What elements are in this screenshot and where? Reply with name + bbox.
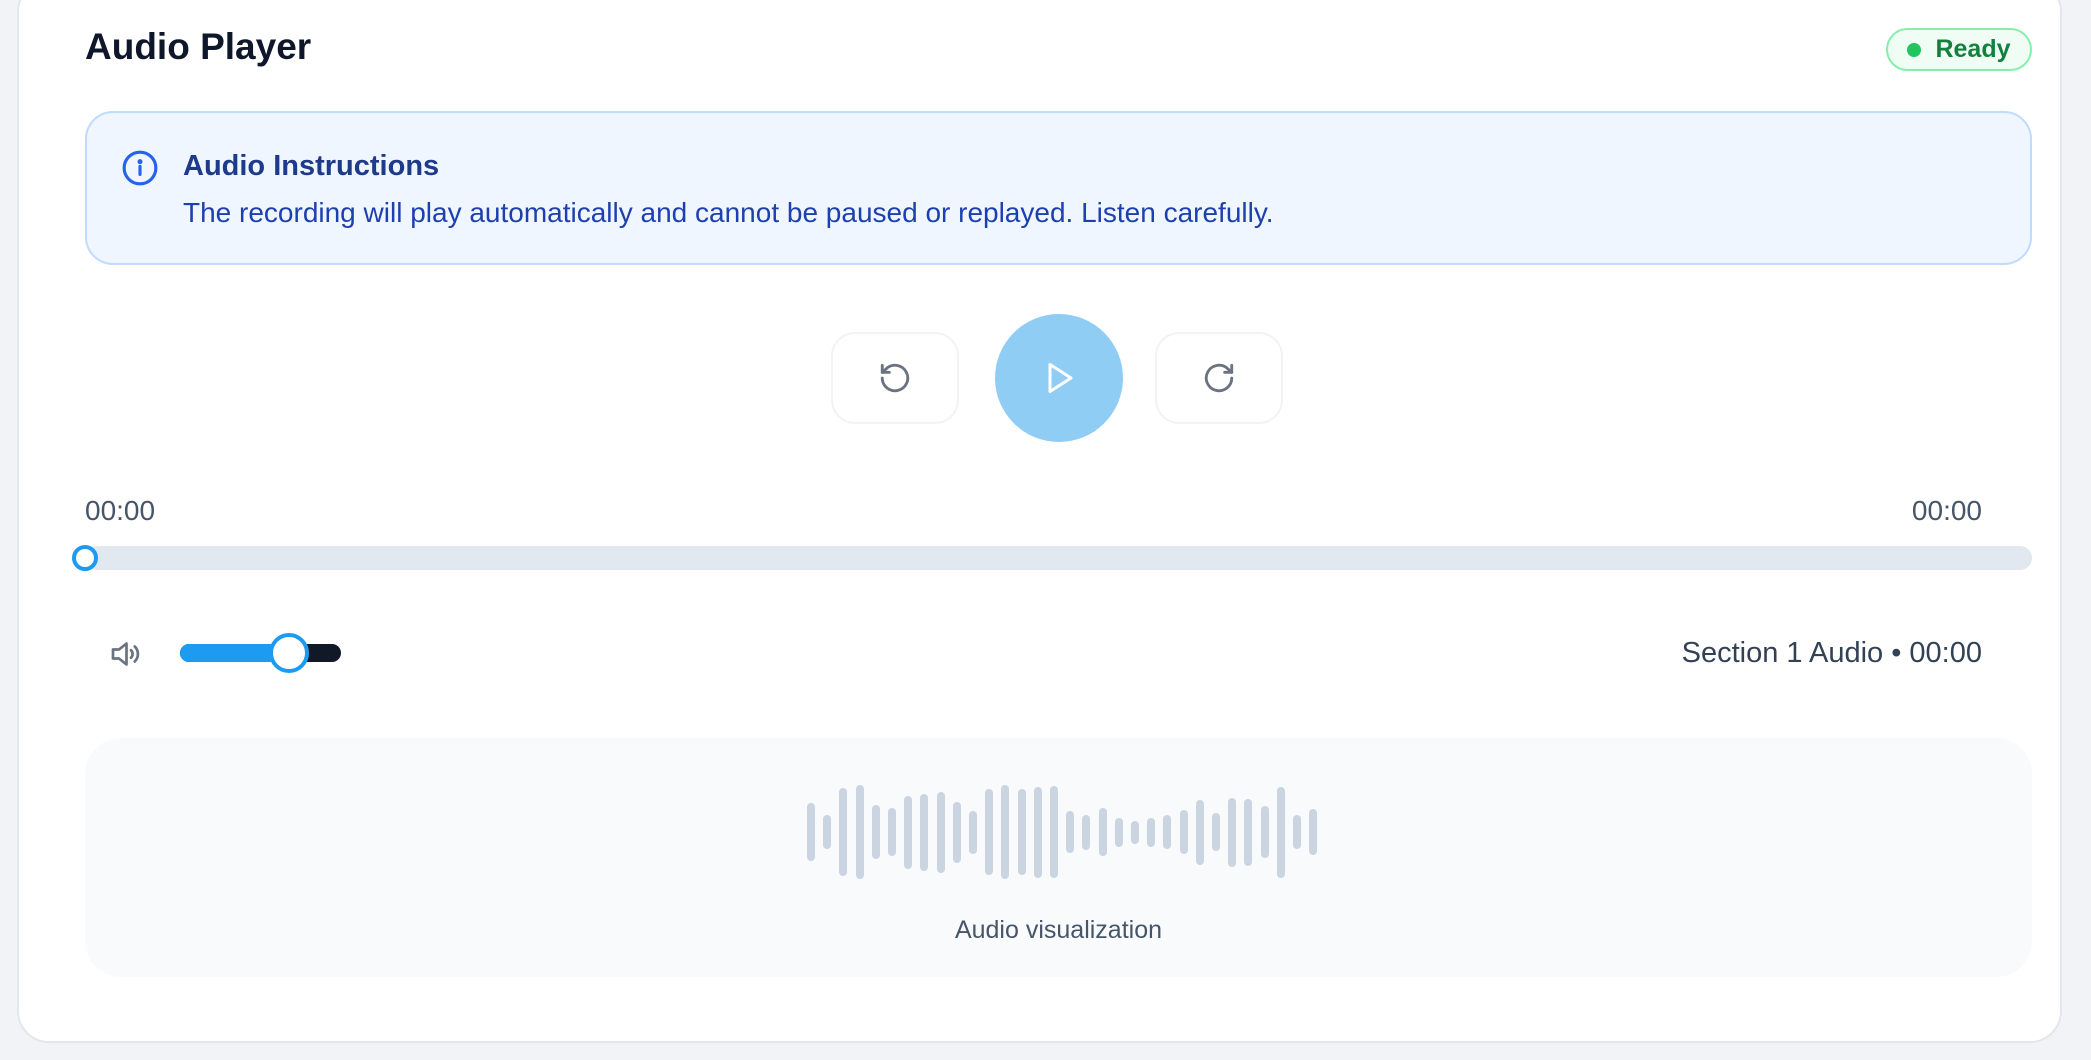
waveform-bar (985, 789, 993, 875)
rotate-ccw-icon (880, 363, 910, 393)
audio-visualization: Audio visualization (85, 738, 2032, 977)
visualization-label: Audio visualization (954, 916, 1163, 944)
progress-thumb[interactable] (72, 545, 98, 571)
track-info: Section 1 Audio • 00:00 (1681, 637, 1982, 669)
rewind-button[interactable] (831, 332, 959, 424)
waveform-bar (1131, 821, 1139, 844)
instructions-box: Audio Instructions The recording will pl… (85, 111, 2032, 265)
waveform-bar (1066, 811, 1074, 853)
instructions-title: Audio Instructions (183, 150, 440, 182)
info-icon (122, 150, 158, 186)
play-icon (1048, 363, 1073, 393)
rotate-cw-icon (1204, 363, 1234, 393)
status-label: Ready (1935, 35, 2011, 63)
waveform-bar (1196, 800, 1204, 865)
audio-player-card: Audio Player Ready Audio Instructions Th… (17, 0, 2062, 1043)
volume-slider[interactable] (180, 633, 341, 673)
waveform-bar (969, 811, 977, 854)
status-badge: Ready (1886, 28, 2032, 71)
waveform-bar (1099, 808, 1107, 856)
waveform-bar (888, 808, 896, 856)
waveform-bar (1261, 806, 1269, 858)
player-title: Audio Player (85, 26, 312, 67)
waveform-bar (839, 788, 847, 876)
waveform-bar (1228, 798, 1236, 867)
volume-icon[interactable] (107, 636, 143, 672)
waveform-bar (823, 815, 831, 849)
forward-button[interactable] (1155, 332, 1283, 424)
waveform-bar (1180, 810, 1188, 854)
waveform-bar (1277, 787, 1285, 878)
waveform-bar (1212, 813, 1220, 851)
waveform-bar (904, 796, 912, 869)
waveform-bar (920, 794, 928, 871)
status-dot-icon (1907, 42, 1922, 57)
instructions-text: The recording will play automatically an… (183, 197, 1274, 228)
waveform-bar (1001, 785, 1009, 879)
waveform-bar (1034, 787, 1042, 878)
waveform-bar (1147, 818, 1155, 847)
progress-bar[interactable] (72, 545, 2032, 571)
waveform-bar (1163, 815, 1171, 849)
waveform-bar (807, 803, 815, 861)
waveform-bar (1244, 799, 1252, 866)
waveform-bar (1293, 815, 1301, 849)
waveform-bar (937, 792, 945, 873)
waveform-bar (1050, 786, 1058, 878)
waveform-bar (1018, 789, 1026, 875)
waveform-bar (872, 805, 880, 859)
waveform-bar (1082, 815, 1090, 850)
waveform-bar (856, 785, 864, 879)
current-time: 00:00 (85, 495, 156, 526)
volume-thumb[interactable] (269, 633, 309, 673)
waveform-bar (953, 802, 961, 863)
play-button[interactable] (995, 314, 1123, 442)
total-time: 00:00 (1911, 495, 1982, 526)
waveform-bar (1115, 818, 1123, 847)
waveform-bar (1309, 809, 1317, 855)
